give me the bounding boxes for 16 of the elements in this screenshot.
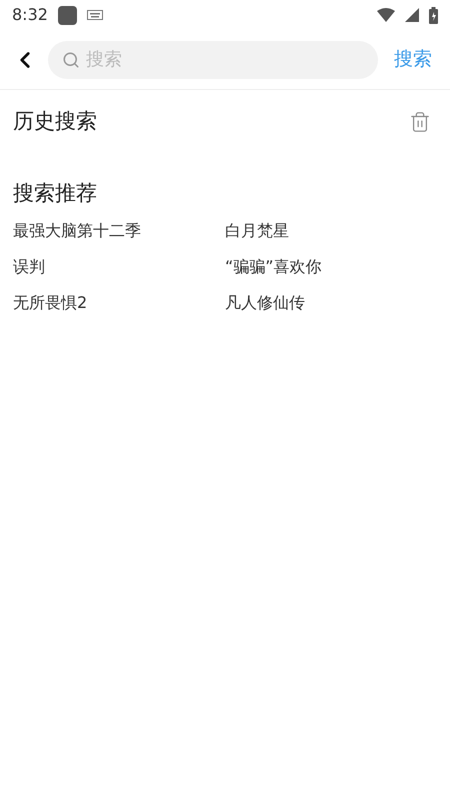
recommend-item[interactable]: 无所畏惧2: [13, 291, 225, 315]
status-time: 8:32: [12, 4, 48, 26]
wifi-icon: [377, 8, 395, 22]
app-icon: [58, 6, 77, 24]
recommend-item[interactable]: 凡人修仙传: [225, 291, 437, 315]
search-icon: [62, 50, 80, 68]
keyboard-icon: [86, 10, 103, 20]
history-title: 历史搜索: [13, 108, 97, 135]
recommend-item[interactable]: 白月梵星: [225, 219, 437, 243]
recommend-item[interactable]: “骗骗”喜欢你: [225, 255, 437, 279]
recommend-item[interactable]: 误判: [13, 255, 225, 279]
battery-icon: [429, 6, 438, 24]
delete-icon[interactable]: [409, 110, 431, 133]
recommend-title: 搜索推荐: [13, 180, 98, 206]
recommend-item[interactable]: 最强大脑第十二季: [13, 219, 225, 243]
signal-icon: [405, 8, 419, 22]
